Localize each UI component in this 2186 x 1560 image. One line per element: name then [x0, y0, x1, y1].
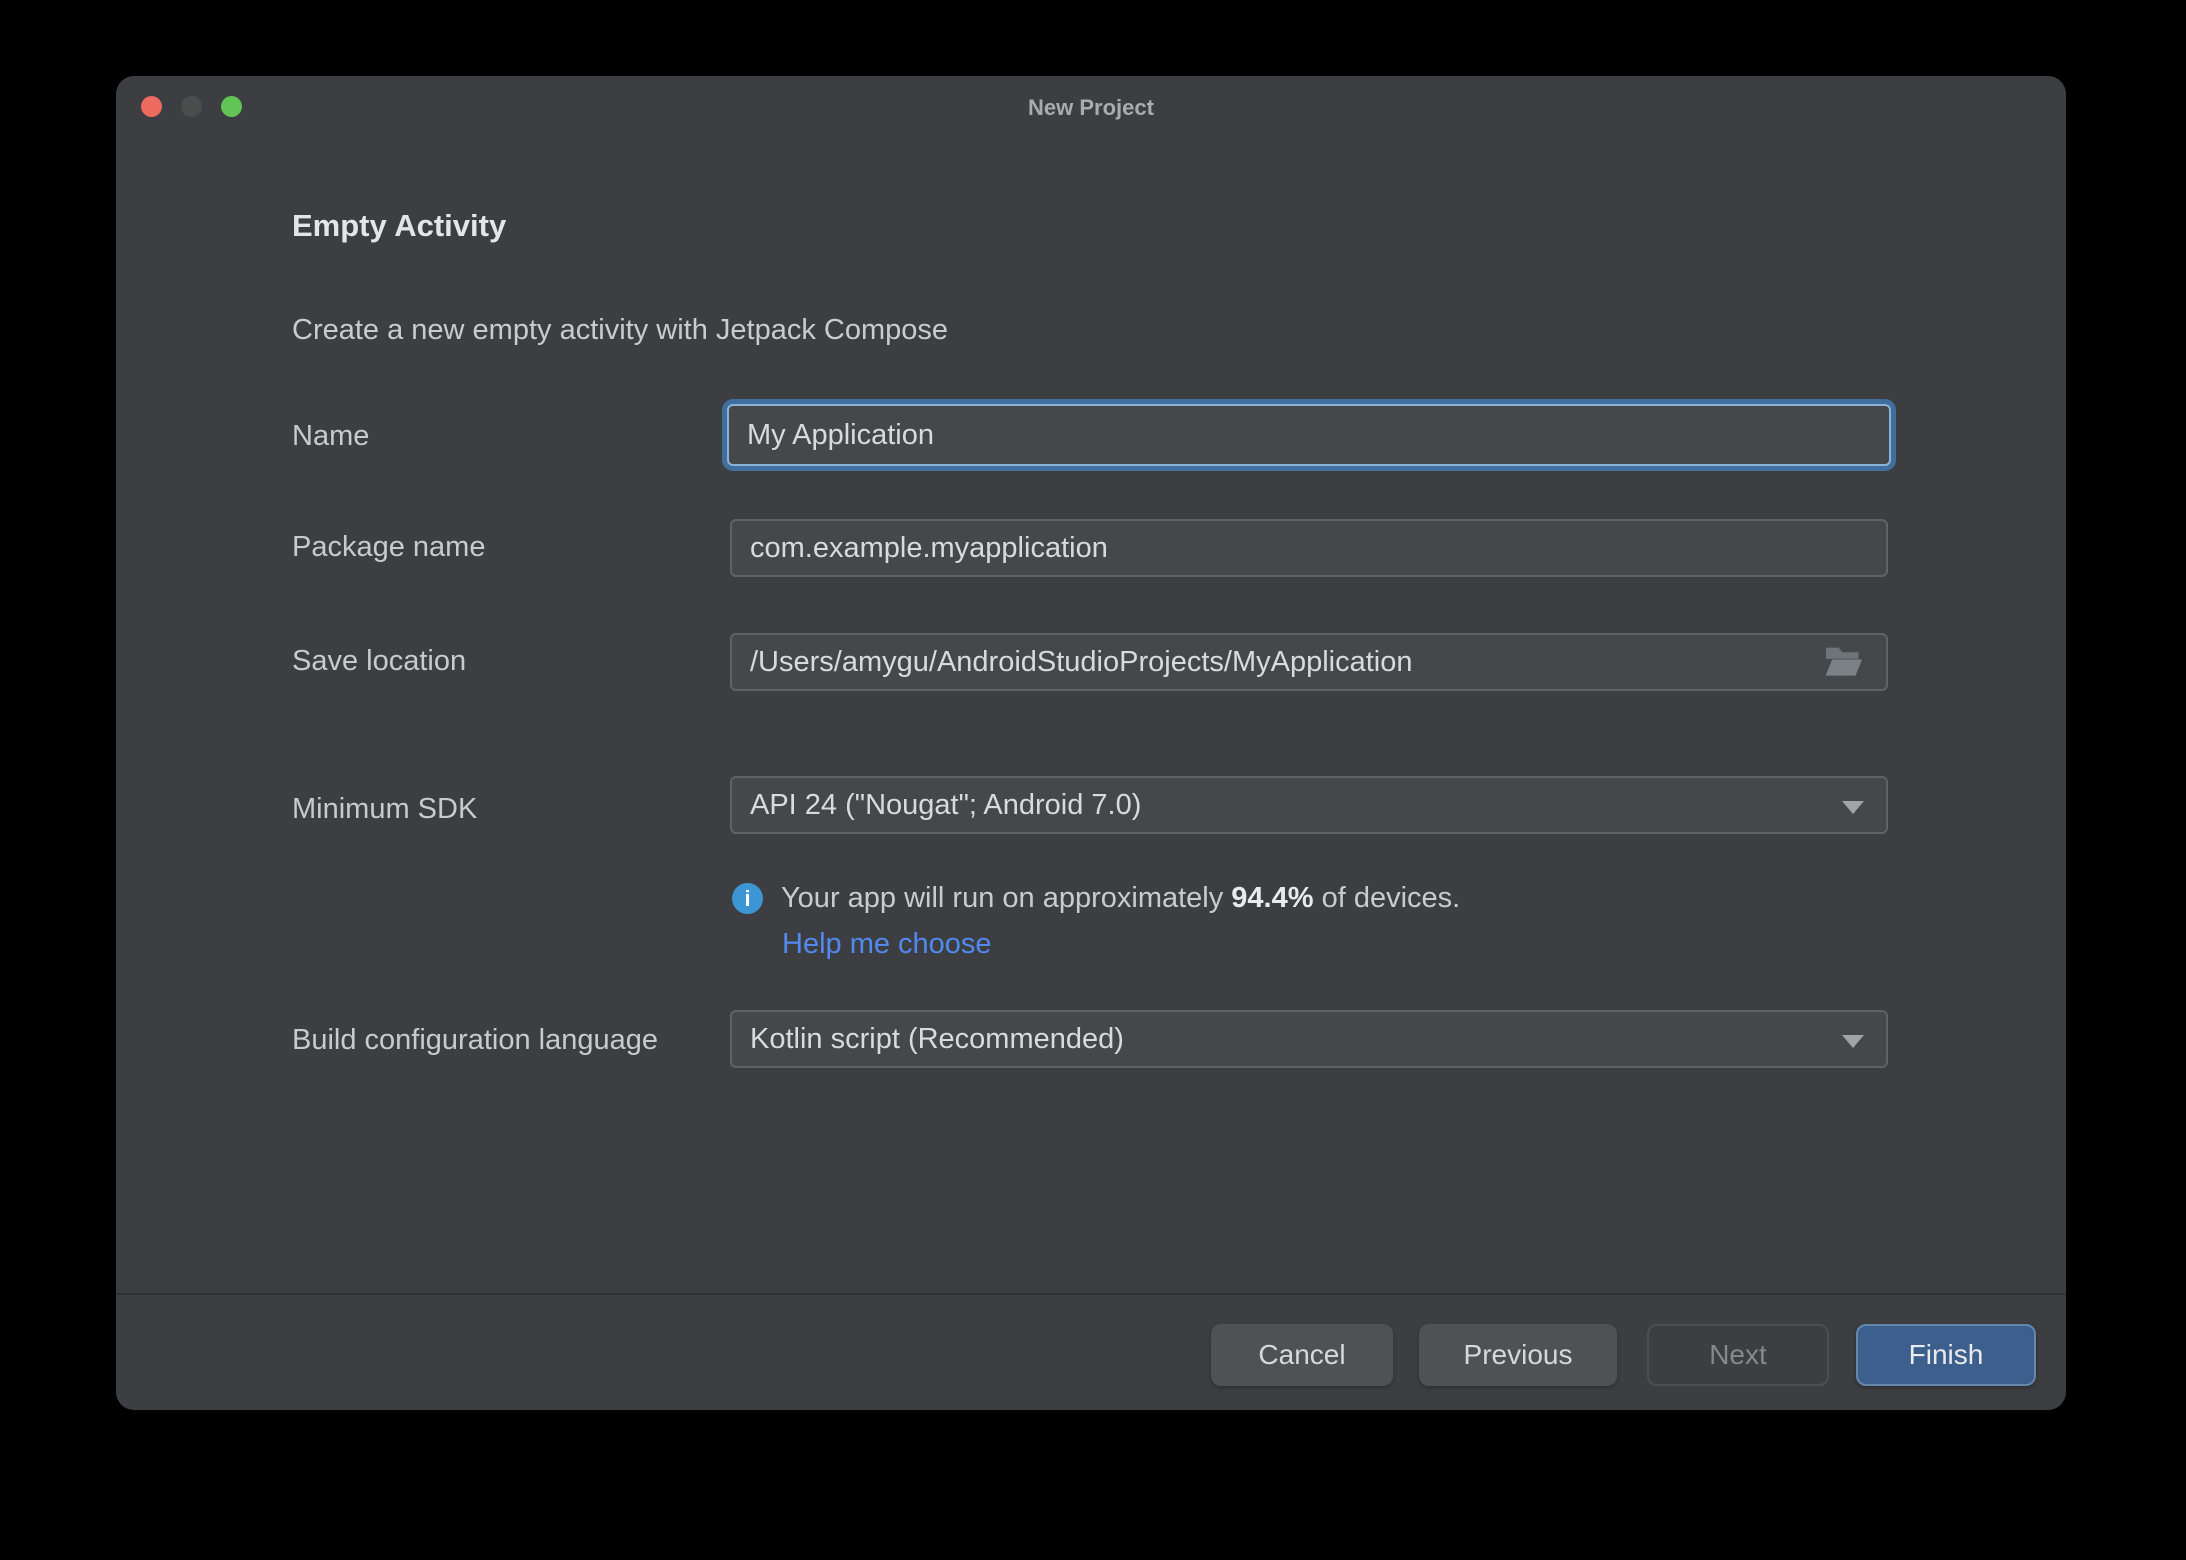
browse-folder-button[interactable] [1822, 644, 1866, 680]
sdk-info-percent: 94.4% [1231, 882, 1314, 914]
save-location-input[interactable] [730, 633, 1888, 691]
help-me-choose-link[interactable]: Help me choose [782, 928, 992, 961]
name-input[interactable] [727, 404, 1891, 466]
new-project-dialog: New Project Empty Activity Create a new … [116, 76, 2066, 1410]
page-subtitle: Create a new empty activity with Jetpack… [292, 314, 948, 346]
sdk-info-text: Your app will run on approximately 94.4%… [781, 882, 1460, 915]
sdk-info-row: i Your app will run on approximately 94.… [732, 882, 1460, 915]
footer-divider [116, 1293, 2066, 1295]
package-name-label: Package name [292, 531, 486, 563]
sdk-info-suffix: of devices. [1313, 882, 1461, 914]
page-title: Empty Activity [292, 208, 507, 243]
package-name-input[interactable] [730, 519, 1888, 577]
chevron-down-icon [1842, 1035, 1864, 1048]
next-button: Next [1647, 1324, 1829, 1386]
minimum-sdk-value: API 24 ("Nougat"; Android 7.0) [750, 788, 1142, 821]
minimum-sdk-dropdown[interactable]: API 24 ("Nougat"; Android 7.0) [730, 776, 1888, 834]
cancel-button[interactable]: Cancel [1211, 1324, 1393, 1386]
minimum-sdk-label: Minimum SDK [292, 793, 478, 825]
previous-button[interactable]: Previous [1419, 1324, 1617, 1386]
finish-button[interactable]: Finish [1856, 1324, 2036, 1386]
build-config-value: Kotlin script (Recommended) [750, 1022, 1124, 1055]
titlebar: New Project [116, 76, 2066, 136]
build-config-label: Build configuration language [292, 1024, 658, 1056]
info-icon: i [732, 883, 763, 914]
build-config-dropdown[interactable]: Kotlin script (Recommended) [730, 1010, 1888, 1068]
window-title: New Project [1028, 95, 1154, 120]
sdk-info-prefix: Your app will run on approximately [781, 882, 1232, 914]
save-location-label: Save location [292, 645, 467, 677]
folder-open-icon [1822, 647, 1866, 683]
name-label: Name [292, 420, 370, 452]
chevron-down-icon [1842, 801, 1864, 814]
